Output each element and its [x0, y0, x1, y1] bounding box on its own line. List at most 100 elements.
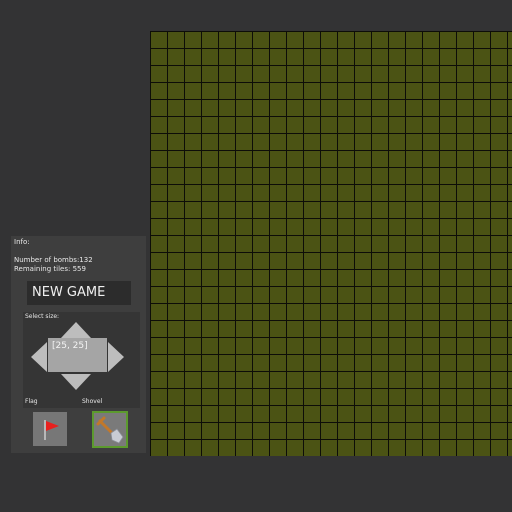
mine-tile[interactable] — [338, 423, 354, 439]
mine-tile[interactable] — [423, 287, 439, 303]
mine-tile[interactable] — [321, 287, 337, 303]
mine-tile[interactable] — [474, 355, 490, 371]
mine-tile[interactable] — [168, 321, 184, 337]
mine-tile[interactable] — [168, 168, 184, 184]
mine-tile[interactable] — [202, 32, 218, 48]
mine-tile[interactable] — [168, 134, 184, 150]
mine-tile[interactable] — [508, 304, 512, 320]
mine-tile[interactable] — [202, 406, 218, 422]
mine-tile[interactable] — [321, 66, 337, 82]
mine-tile[interactable] — [474, 304, 490, 320]
mine-tile[interactable] — [474, 270, 490, 286]
mine-tile[interactable] — [423, 32, 439, 48]
mine-tile[interactable] — [423, 49, 439, 65]
mine-tile[interactable] — [270, 83, 286, 99]
mine-tile[interactable] — [185, 423, 201, 439]
mine-tile[interactable] — [355, 440, 371, 456]
mine-tile[interactable] — [423, 134, 439, 150]
mine-tile[interactable] — [423, 168, 439, 184]
mine-tile[interactable] — [491, 100, 507, 116]
mine-tile[interactable] — [202, 304, 218, 320]
mine-tile[interactable] — [457, 202, 473, 218]
mine-tile[interactable] — [304, 270, 320, 286]
mine-tile[interactable] — [389, 168, 405, 184]
mine-tile[interactable] — [151, 270, 167, 286]
mine-tile[interactable] — [372, 440, 388, 456]
mine-tile[interactable] — [406, 338, 422, 354]
mine-tile[interactable] — [219, 151, 235, 167]
mine-tile[interactable] — [253, 151, 269, 167]
mine-tile[interactable] — [253, 117, 269, 133]
mine-tile[interactable] — [338, 406, 354, 422]
mine-tile[interactable] — [202, 66, 218, 82]
mine-tile[interactable] — [406, 202, 422, 218]
mine-tile[interactable] — [423, 355, 439, 371]
mine-tile[interactable] — [508, 355, 512, 371]
mine-tile[interactable] — [508, 423, 512, 439]
mine-tile[interactable] — [270, 270, 286, 286]
mine-tile[interactable] — [236, 338, 252, 354]
mine-tile[interactable] — [355, 236, 371, 252]
mine-tile[interactable] — [185, 185, 201, 201]
mine-tile[interactable] — [372, 389, 388, 405]
mine-tile[interactable] — [270, 117, 286, 133]
mine-tile[interactable] — [219, 372, 235, 388]
mine-tile[interactable] — [457, 83, 473, 99]
mine-tile[interactable] — [355, 321, 371, 337]
mine-tile[interactable] — [236, 440, 252, 456]
mine-tile[interactable] — [168, 49, 184, 65]
mine-tile[interactable] — [253, 202, 269, 218]
mine-tile[interactable] — [321, 321, 337, 337]
mine-tile[interactable] — [338, 253, 354, 269]
mine-tile[interactable] — [304, 168, 320, 184]
mine-tile[interactable] — [151, 304, 167, 320]
mine-tile[interactable] — [423, 83, 439, 99]
mine-tile[interactable] — [219, 253, 235, 269]
mine-tile[interactable] — [253, 338, 269, 354]
mine-tile[interactable] — [287, 321, 303, 337]
mine-tile[interactable] — [185, 117, 201, 133]
mine-tile[interactable] — [304, 151, 320, 167]
mine-tile[interactable] — [457, 151, 473, 167]
mine-tile[interactable] — [287, 287, 303, 303]
mine-tile[interactable] — [355, 32, 371, 48]
mine-tile[interactable] — [185, 83, 201, 99]
mine-tile[interactable] — [219, 219, 235, 235]
mine-tile[interactable] — [321, 100, 337, 116]
mine-tile[interactable] — [457, 338, 473, 354]
mine-tile[interactable] — [304, 423, 320, 439]
mine-tile[interactable] — [508, 151, 512, 167]
mine-tile[interactable] — [474, 423, 490, 439]
mine-tile[interactable] — [406, 253, 422, 269]
mine-tile[interactable] — [219, 49, 235, 65]
mine-tile[interactable] — [287, 202, 303, 218]
mine-tile[interactable] — [338, 236, 354, 252]
mine-tile[interactable] — [253, 440, 269, 456]
mine-tile[interactable] — [389, 134, 405, 150]
mine-tile[interactable] — [185, 134, 201, 150]
mine-tile[interactable] — [457, 32, 473, 48]
mine-tile[interactable] — [287, 185, 303, 201]
mine-tile[interactable] — [168, 32, 184, 48]
mine-tile[interactable] — [270, 355, 286, 371]
mine-tile[interactable] — [474, 406, 490, 422]
mine-tile[interactable] — [236, 236, 252, 252]
mine-tile[interactable] — [168, 151, 184, 167]
mine-tile[interactable] — [151, 287, 167, 303]
mine-tile[interactable] — [321, 304, 337, 320]
mine-tile[interactable] — [457, 219, 473, 235]
mine-tile[interactable] — [338, 100, 354, 116]
mine-tile[interactable] — [219, 355, 235, 371]
mine-tile[interactable] — [219, 338, 235, 354]
mine-tile[interactable] — [372, 338, 388, 354]
mine-tile[interactable] — [406, 389, 422, 405]
mine-tile[interactable] — [372, 83, 388, 99]
mine-tile[interactable] — [508, 66, 512, 82]
mine-tile[interactable] — [321, 236, 337, 252]
mine-tile[interactable] — [355, 185, 371, 201]
mine-tile[interactable] — [304, 100, 320, 116]
mine-tile[interactable] — [151, 389, 167, 405]
mine-tile[interactable] — [338, 440, 354, 456]
mine-tile[interactable] — [338, 66, 354, 82]
mine-tile[interactable] — [474, 151, 490, 167]
